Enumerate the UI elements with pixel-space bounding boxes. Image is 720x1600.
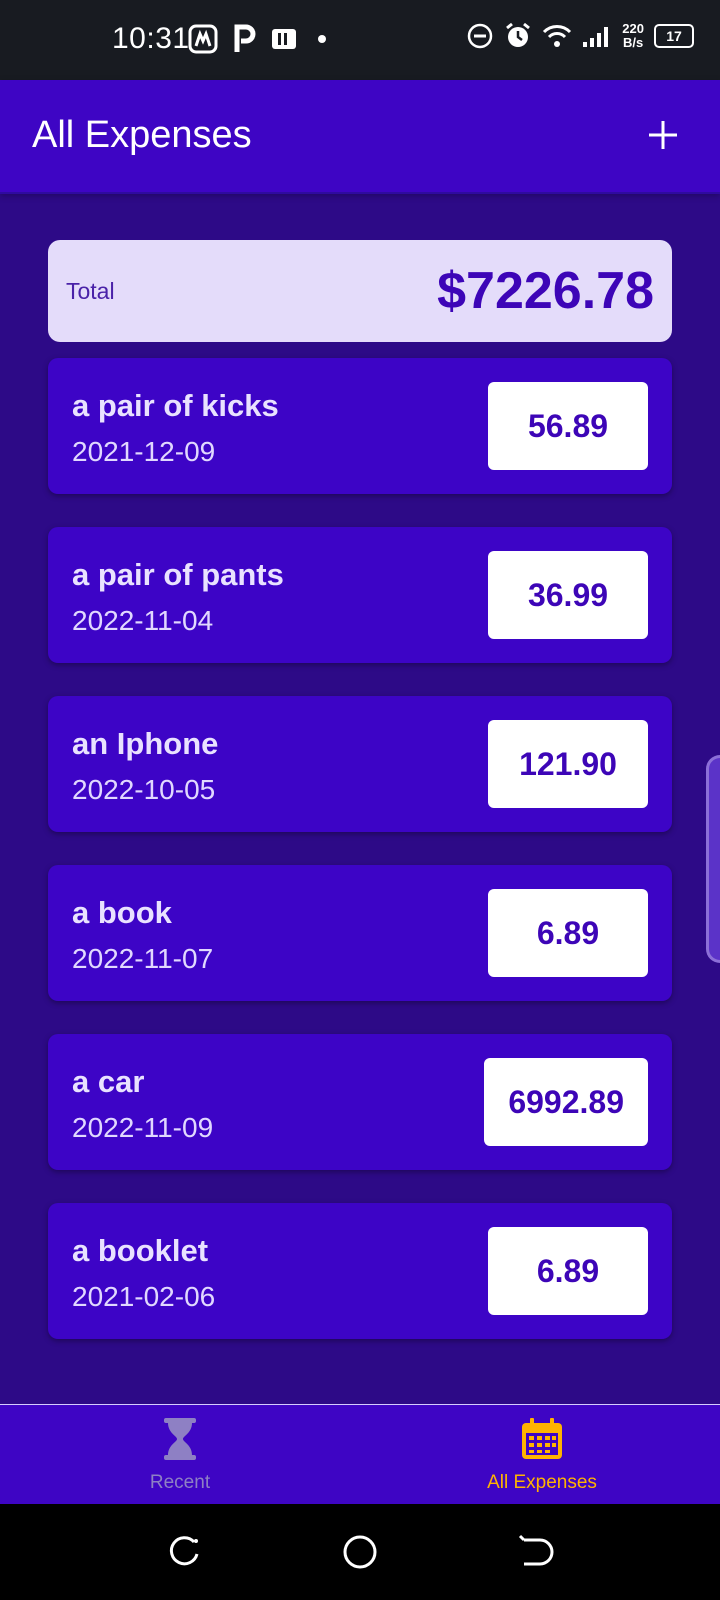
expense-date: 2021-12-09 bbox=[72, 436, 216, 467]
expense-item[interactable]: a car 2022-11-09 6992.89 bbox=[48, 1034, 672, 1170]
signal-icon bbox=[583, 27, 609, 47]
expense-title: a pair of kicks bbox=[72, 388, 279, 423]
expense-amount: 56.89 bbox=[488, 382, 648, 470]
expense-amount: 6.89 bbox=[488, 1227, 648, 1315]
home-icon[interactable] bbox=[340, 1532, 380, 1572]
nav-tab-recent[interactable]: Recent bbox=[30, 1417, 330, 1494]
page-title: All Expenses bbox=[32, 114, 252, 156]
expense-amount: 36.99 bbox=[488, 551, 648, 639]
summary-label: Total bbox=[66, 277, 115, 304]
expense-item[interactable]: a pair of kicks 2021-12-09 56.89 bbox=[48, 358, 672, 494]
pdf-app-icon bbox=[272, 29, 296, 49]
network-speed: 220 B/s bbox=[622, 22, 644, 50]
status-bar: 10:31 220 B/s 17 bbox=[0, 0, 720, 80]
back-icon[interactable] bbox=[516, 1532, 556, 1572]
app-bar: All Expenses bbox=[0, 80, 720, 194]
nav-tab-all-expenses[interactable]: All Expenses bbox=[392, 1417, 692, 1494]
net-speed-unit: B/s bbox=[623, 35, 644, 50]
alarm-icon bbox=[506, 22, 531, 47]
expense-date: 2022-11-04 bbox=[72, 605, 214, 636]
plus-icon bbox=[649, 121, 677, 149]
expense-title: a car bbox=[72, 1064, 145, 1099]
expense-date: 2021-02-06 bbox=[72, 1281, 216, 1312]
expense-item[interactable]: a pair of pants 2022-11-04 36.99 bbox=[48, 527, 672, 663]
net-speed-value: 220 bbox=[622, 21, 644, 36]
add-expense-button[interactable] bbox=[638, 110, 688, 160]
battery-level: 17 bbox=[666, 28, 682, 44]
nav-label-all-expenses: All Expenses bbox=[487, 1472, 597, 1493]
system-navigation-bar bbox=[0, 1504, 720, 1600]
gallery-icon bbox=[188, 24, 218, 54]
calendar-icon bbox=[522, 1418, 562, 1459]
bottom-navigation: Recent All Expenses bbox=[0, 1404, 720, 1505]
nav-label-recent: Recent bbox=[149, 1472, 211, 1493]
expense-title: a book bbox=[72, 895, 172, 930]
expense-item[interactable]: a booklet 2021-02-06 6.89 bbox=[48, 1203, 672, 1339]
expense-date: 2022-11-09 bbox=[72, 1112, 214, 1143]
expense-title: a booklet bbox=[72, 1233, 209, 1268]
hourglass-icon bbox=[164, 1418, 196, 1460]
do-not-disturb-icon bbox=[468, 23, 493, 49]
expense-item[interactable]: a book 2022-11-07 6.89 bbox=[48, 865, 672, 1001]
expense-list: a pair of kicks 2021-12-09 56.89 a pair … bbox=[48, 358, 672, 1372]
edge-panel-handle[interactable] bbox=[706, 755, 720, 963]
p-app-icon bbox=[234, 24, 256, 52]
recents-icon[interactable] bbox=[164, 1532, 204, 1572]
summary-total: $7226.78 bbox=[437, 262, 654, 320]
expense-title: an Iphone bbox=[72, 726, 219, 761]
expenses-summary: Total $7226.78 bbox=[48, 240, 672, 342]
expense-amount: 6.89 bbox=[488, 889, 648, 977]
expense-date: 2022-10-05 bbox=[72, 774, 216, 805]
expense-item[interactable]: an Iphone 2022-10-05 121.90 bbox=[48, 696, 672, 832]
status-time: 10:31 bbox=[112, 22, 190, 55]
expense-amount: 6992.89 bbox=[484, 1058, 648, 1146]
expense-amount: 121.90 bbox=[488, 720, 648, 808]
expense-date: 2022-11-07 bbox=[72, 943, 214, 974]
dot-icon bbox=[318, 35, 326, 43]
wifi-icon bbox=[543, 25, 572, 47]
battery-icon: 17 bbox=[654, 24, 694, 48]
expense-title: a pair of pants bbox=[72, 557, 284, 592]
